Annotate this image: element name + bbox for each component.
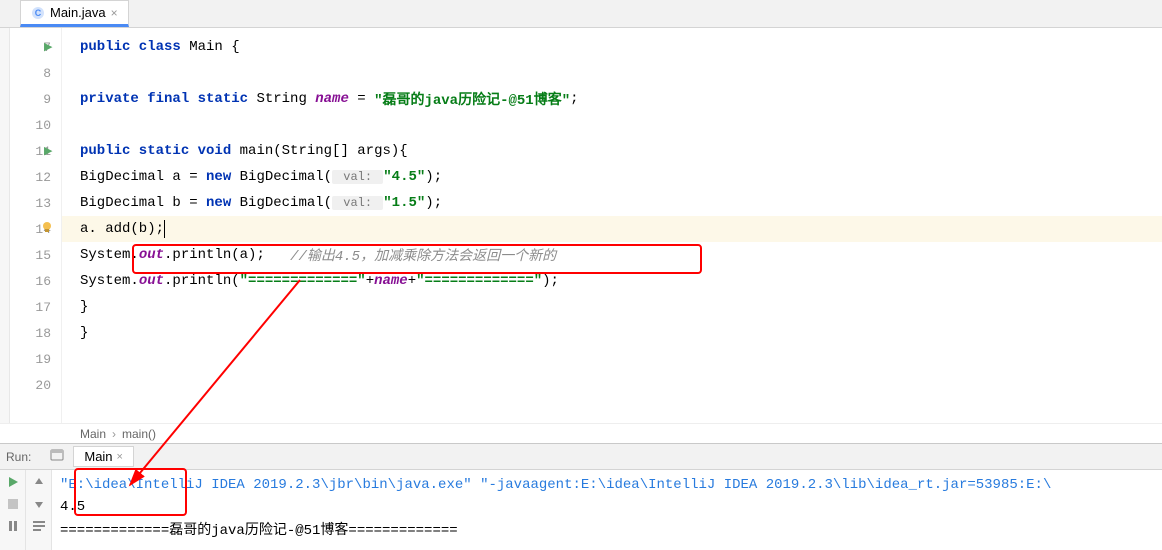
gutter-line[interactable]: 7▶: [10, 34, 61, 60]
code-line: BigDecimal a = new BigDecimal( val: "4.5…: [62, 164, 1162, 190]
gutter-line[interactable]: 12: [10, 164, 61, 190]
gutter-line[interactable]: 18: [10, 320, 61, 346]
code-line: [62, 112, 1162, 138]
svg-text:C: C: [35, 8, 42, 18]
run-marker-icon[interactable]: ▶: [44, 40, 52, 54]
left-strip: [0, 28, 10, 423]
close-icon[interactable]: ×: [111, 6, 118, 20]
breadcrumb-bar: Main › main(): [0, 423, 1162, 443]
gutter-line[interactable]: 19: [10, 346, 61, 372]
gutter-line[interactable]: 16: [10, 268, 61, 294]
editor-tab-bar: C Main.java ×: [0, 0, 1162, 28]
run-config-icon[interactable]: [49, 447, 65, 466]
gutter: 7▶ 8 9 10 11▶ 12 13 14 15 16 17 18 19 20: [10, 28, 62, 423]
gutter-line[interactable]: 10: [10, 112, 61, 138]
file-tab[interactable]: C Main.java ×: [20, 0, 129, 27]
text-cursor: [164, 220, 165, 238]
code-line: public static void main(String[] args){: [62, 138, 1162, 164]
gutter-line[interactable]: 13: [10, 190, 61, 216]
code-line: private final static String name = "磊哥的j…: [62, 86, 1162, 112]
code-line: System.out.println("============="+name+…: [62, 268, 1162, 294]
run-toolbar-left2: [26, 470, 52, 550]
scroll-up-icon[interactable]: [31, 474, 47, 490]
pause-icon[interactable]: [5, 518, 21, 534]
run-label: Run:: [6, 450, 31, 464]
code-line: }: [62, 320, 1162, 346]
chevron-right-icon: ›: [112, 427, 116, 441]
console-output[interactable]: "E:\idea\IntelliJ IDEA 2019.2.3\jbr\bin\…: [52, 470, 1162, 550]
gutter-line[interactable]: 15: [10, 242, 61, 268]
code-line: BigDecimal b = new BigDecimal( val: "1.5…: [62, 190, 1162, 216]
code-editor: 7▶ 8 9 10 11▶ 12 13 14 15 16 17 18 19 20…: [0, 28, 1162, 423]
gutter-line[interactable]: 20: [10, 372, 61, 398]
stop-icon[interactable]: [5, 496, 21, 512]
rerun-icon[interactable]: [5, 474, 21, 490]
gutter-line[interactable]: 8: [10, 60, 61, 86]
code-line: }: [62, 294, 1162, 320]
output-line: 4.5: [60, 499, 85, 515]
output-line: =============磊哥的java历险记-@51博客===========…: [60, 519, 458, 539]
soft-wrap-icon[interactable]: [31, 518, 47, 534]
breadcrumb-item[interactable]: Main: [80, 427, 106, 441]
run-tab[interactable]: Main ×: [73, 446, 134, 467]
tab-filename: Main.java: [50, 5, 106, 20]
code-line: [62, 372, 1162, 398]
close-icon[interactable]: ×: [117, 451, 123, 463]
run-header: Run: Main ×: [0, 444, 1162, 470]
code-line: [62, 60, 1162, 86]
run-marker-icon[interactable]: ▶: [44, 144, 52, 158]
command-line: "E:\idea\IntelliJ IDEA 2019.2.3\jbr\bin\…: [60, 477, 1051, 493]
scroll-down-icon[interactable]: [31, 496, 47, 512]
breadcrumb-item[interactable]: main(): [122, 427, 156, 441]
code-line: public class Main {: [62, 34, 1162, 60]
lightbulb-icon[interactable]: [40, 220, 54, 238]
gutter-line[interactable]: 14: [10, 216, 61, 242]
gutter-line[interactable]: 17: [10, 294, 61, 320]
code-line: [62, 346, 1162, 372]
run-toolbar-left: [0, 470, 26, 550]
gutter-line[interactable]: 9: [10, 86, 61, 112]
gutter-line[interactable]: 11▶: [10, 138, 61, 164]
java-class-icon: C: [31, 6, 45, 20]
code-area[interactable]: public class Main { private final static…: [62, 28, 1162, 423]
run-panel: Run: Main × "E:\idea\IntelliJ IDEA 2019.…: [0, 443, 1162, 550]
code-line: a. add(b);: [62, 216, 1162, 242]
code-line: System.out.println(a); //输出4.5，加减乘除方法会返回…: [62, 242, 1162, 268]
